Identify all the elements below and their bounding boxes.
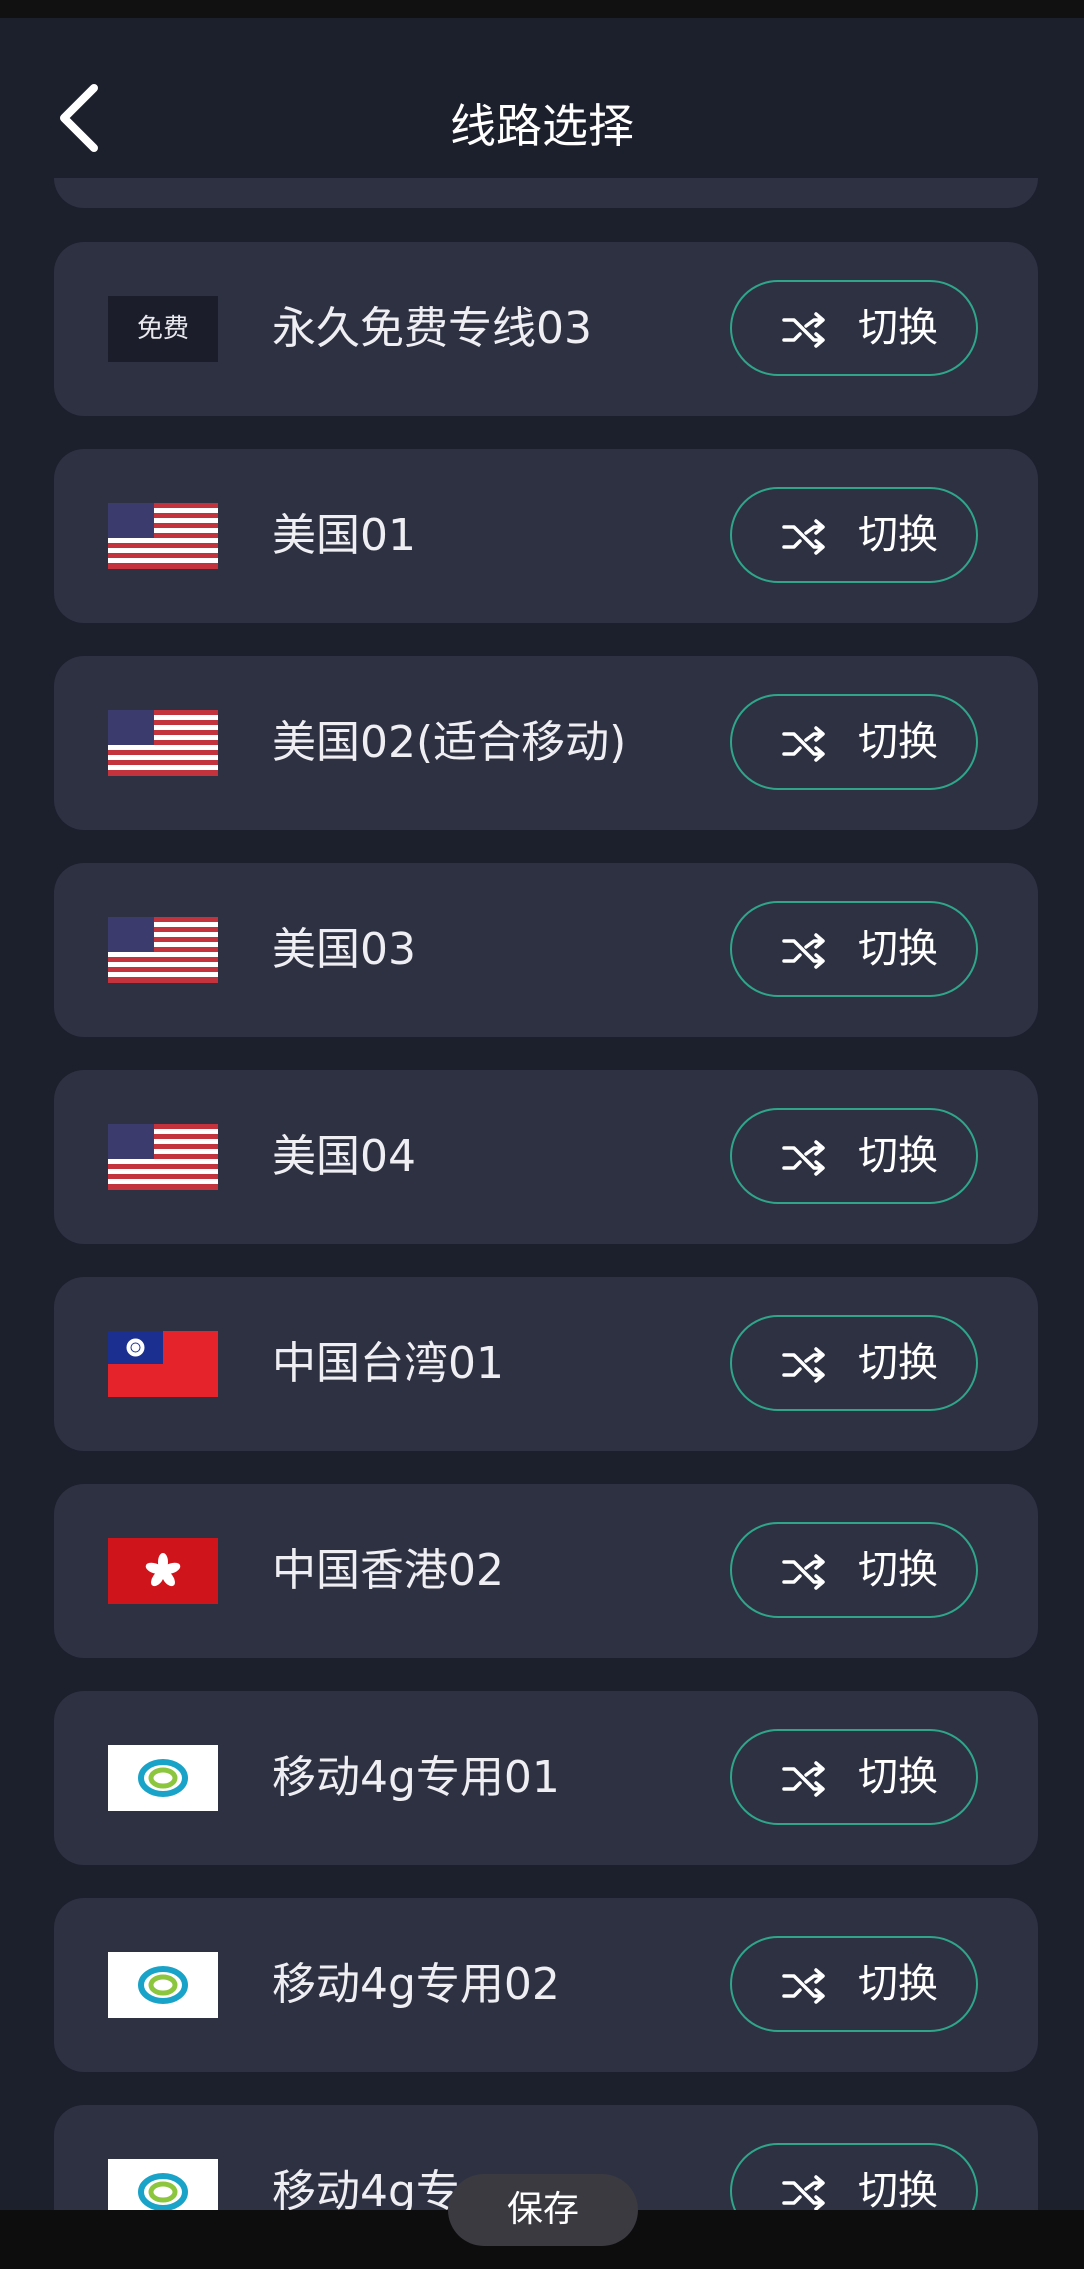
- switch-button[interactable]: 切换: [730, 280, 978, 376]
- route-card: 美国02(适合移动) 切换: [54, 656, 1038, 830]
- switch-label: 切换: [858, 305, 938, 351]
- switch-button[interactable]: 切换: [730, 901, 978, 997]
- tw-flag-icon: [108, 1331, 218, 1397]
- free-badge: 免费: [108, 296, 218, 362]
- route-name: 移动4g专: [272, 2166, 460, 2210]
- switch-label: 切换: [858, 1754, 938, 1800]
- china-mobile-logo-icon: [108, 1745, 218, 1811]
- route-name: 美国04: [272, 1131, 416, 1182]
- switch-button[interactable]: 切换: [730, 1315, 978, 1411]
- switch-button[interactable]: 切换: [730, 1729, 978, 1825]
- route-card: 移动4g专用01 切换: [54, 1691, 1038, 1865]
- route-card: 美国01 切换: [54, 449, 1038, 623]
- status-bar: [0, 0, 1084, 18]
- hk-flag-icon: [108, 1538, 218, 1604]
- switch-button[interactable]: 切换: [730, 694, 978, 790]
- route-card: 免费 永久免费专线03 切换: [54, 242, 1038, 416]
- route-name: 美国03: [272, 924, 416, 975]
- route-name: 永久免费专线03: [272, 303, 592, 354]
- route-card: 移动4g专用02 切换: [54, 1898, 1038, 2072]
- shuffle-icon: [782, 1761, 825, 1797]
- route-name: 美国02(适合移动): [272, 717, 627, 768]
- switch-label: 切换: [858, 926, 938, 972]
- save-button[interactable]: 保存: [448, 2174, 638, 2246]
- us-flag-icon: [108, 1124, 218, 1190]
- route-list[interactable]: 免费 永久免费专线03 切换 美国01 切换 美国02(适合移动) 切换 美国0…: [0, 178, 1084, 2210]
- shuffle-icon: [782, 2175, 825, 2210]
- switch-label: 切换: [858, 1961, 938, 2007]
- shuffle-icon: [782, 519, 825, 555]
- china-mobile-logo-icon: [108, 2159, 218, 2210]
- shuffle-icon: [782, 1140, 825, 1176]
- route-name: 美国01: [272, 510, 416, 561]
- route-card: 美国04 切换: [54, 1070, 1038, 1244]
- switch-button[interactable]: 切换: [730, 1936, 978, 2032]
- china-mobile-logo-icon: [108, 1952, 218, 2018]
- us-flag-icon: [108, 710, 218, 776]
- route-card-partial: [54, 178, 1038, 208]
- shuffle-icon: [782, 933, 825, 969]
- route-card: 美国03 切换: [54, 863, 1038, 1037]
- switch-button[interactable]: 切换: [730, 1108, 978, 1204]
- switch-button[interactable]: 切换: [730, 1522, 978, 1618]
- switch-label: 切换: [858, 1340, 938, 1386]
- switch-label: 切换: [858, 719, 938, 765]
- header: 线路选择: [0, 18, 1084, 178]
- switch-label: 切换: [858, 1547, 938, 1593]
- switch-label: 切换: [858, 2168, 938, 2210]
- route-name: 移动4g专用02: [272, 1959, 560, 2010]
- us-flag-icon: [108, 503, 218, 569]
- shuffle-icon: [782, 1968, 825, 2004]
- route-name: 中国香港02: [272, 1545, 504, 1596]
- shuffle-icon: [782, 726, 825, 762]
- switch-button[interactable]: 切换: [730, 487, 978, 583]
- shuffle-icon: [782, 1347, 825, 1383]
- switch-label: 切换: [858, 512, 938, 558]
- us-flag-icon: [108, 917, 218, 983]
- route-name: 中国台湾01: [272, 1338, 504, 1389]
- page-title: 线路选择: [450, 99, 634, 153]
- route-name: 移动4g专用01: [272, 1752, 560, 1803]
- route-card: 中国台湾01 切换: [54, 1277, 1038, 1451]
- switch-button[interactable]: 切换: [730, 2143, 978, 2210]
- shuffle-icon: [782, 1554, 825, 1590]
- route-card: 中国香港02 切换: [54, 1484, 1038, 1658]
- shuffle-icon: [782, 312, 825, 348]
- switch-label: 切换: [858, 1133, 938, 1179]
